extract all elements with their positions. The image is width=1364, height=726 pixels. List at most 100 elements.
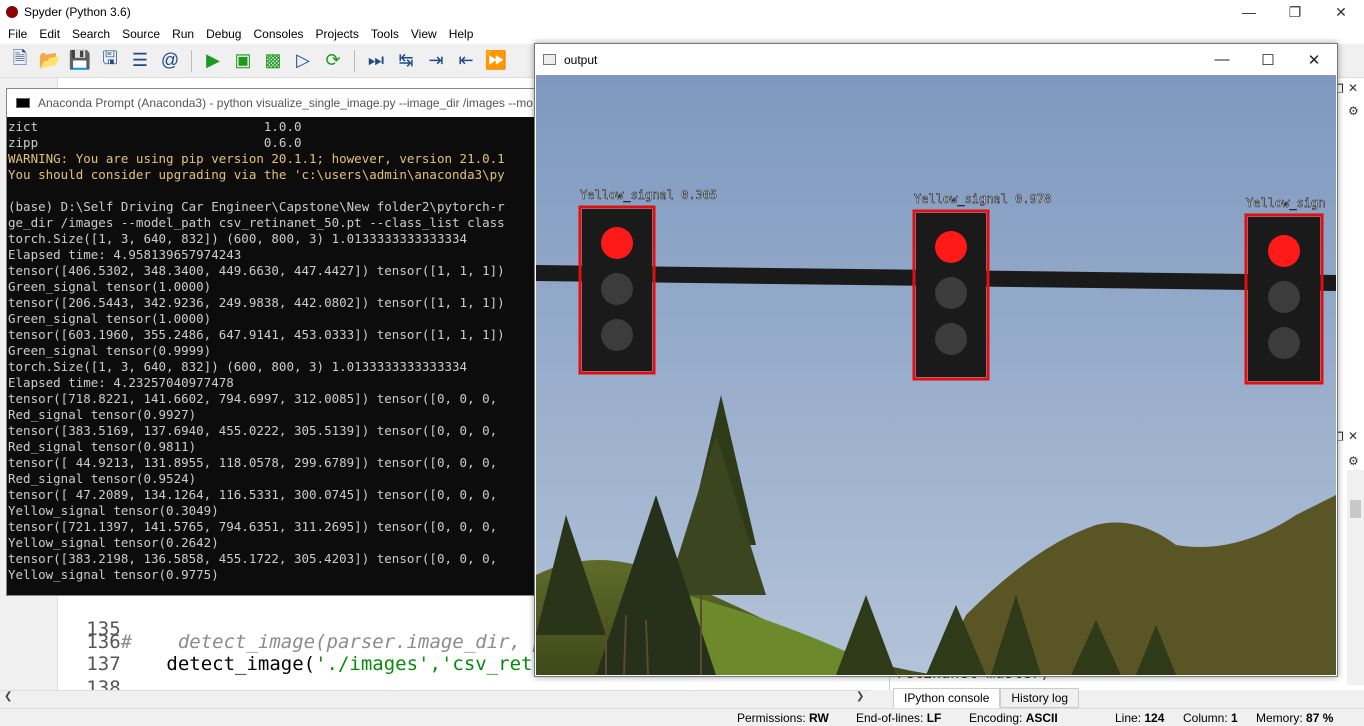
menu-consoles[interactable]: Consoles bbox=[247, 27, 309, 41]
new-file-icon[interactable]: 🗎 bbox=[8, 48, 32, 73]
console-options-icon[interactable]: ⚙ bbox=[1348, 454, 1359, 468]
save-icon[interactable]: 💾 bbox=[68, 49, 92, 73]
permissions-status: Permissions: RW bbox=[737, 711, 829, 725]
code-text: detect_image( bbox=[120, 653, 316, 675]
scroll-left-icon[interactable]: ❮ bbox=[4, 691, 12, 702]
prompt-title: Anaconda Prompt (Anaconda3) - python vis… bbox=[38, 96, 533, 110]
red-lamp bbox=[601, 227, 633, 259]
window-title: Spyder (Python 3.6) bbox=[24, 5, 131, 19]
terminal-line: Yellow_signal tensor(0.2642) bbox=[8, 535, 219, 550]
spyder-logo-icon bbox=[6, 6, 18, 18]
output-title: output bbox=[564, 52, 598, 67]
unlit-lamp bbox=[935, 323, 967, 355]
close-button[interactable]: ✕ bbox=[1318, 0, 1364, 24]
terminal-line: (base) D:\Self Driving Car Engineer\Caps… bbox=[8, 199, 505, 214]
column-status: Column: 1 bbox=[1183, 711, 1238, 725]
terminal-line: Red_signal tensor(0.9811) bbox=[8, 439, 197, 454]
detection-image: Yellow_signal 0.305 Yellow_signal 0.978 Ye… bbox=[536, 75, 1336, 675]
terminal-line: ge_dir /images --model_path csv_retinane… bbox=[8, 215, 505, 230]
terminal-line: Elapsed time: 4.958139657974243 bbox=[8, 247, 242, 262]
unlit-lamp bbox=[601, 319, 633, 351]
terminal-line: tensor([603.1960, 355.2486, 647.9141, 45… bbox=[8, 327, 505, 342]
detection-label: Yellow_signal 0.978 bbox=[914, 192, 1051, 206]
window-icon bbox=[543, 54, 556, 65]
output-close-button[interactable]: ✕ bbox=[1291, 44, 1337, 75]
memory-status: Memory: 87 % bbox=[1256, 711, 1334, 725]
red-lamp bbox=[1268, 235, 1300, 267]
line-status: Line: 124 bbox=[1115, 711, 1165, 725]
terminal-line: tensor([383.2198, 136.5858, 455.1722, 30… bbox=[8, 551, 498, 566]
run-cell-advance-icon[interactable]: ▩ bbox=[261, 49, 285, 73]
run-cell-icon[interactable]: ▣ bbox=[231, 49, 255, 73]
tab-ipython-console[interactable]: IPython console bbox=[893, 688, 1001, 708]
output-window[interactable]: output — ☐ ✕ Yellow_signal 0.305 Yellow_… bbox=[534, 43, 1338, 677]
step-into-icon[interactable]: ⇥ bbox=[424, 49, 448, 73]
detection-label: Yellow_sign bbox=[1246, 196, 1325, 210]
eol-status: End-of-lines: LF bbox=[856, 711, 942, 725]
terminal-output[interactable]: zict 1.0.0 zipp 0.6.0 WARNING: You are usi… bbox=[7, 119, 537, 597]
editor-horizontal-scrollbar[interactable]: ❮ ❯ bbox=[0, 690, 870, 704]
encoding-status: Encoding: ASCII bbox=[969, 711, 1058, 725]
terminal-line: tensor([718.8221, 141.6602, 794.6997, 31… bbox=[8, 391, 498, 406]
minimize-button[interactable]: — bbox=[1226, 0, 1272, 24]
tab-history-log[interactable]: History log bbox=[1000, 688, 1080, 708]
menu-debug[interactable]: Debug bbox=[200, 27, 247, 41]
menu-tools[interactable]: Tools bbox=[365, 27, 405, 41]
terminal-line: torch.Size([1, 3, 640, 832]) (600, 800, … bbox=[8, 359, 468, 374]
output-maximize-button[interactable]: ☐ bbox=[1245, 44, 1291, 75]
restore-button[interactable]: ❐ bbox=[1272, 0, 1318, 24]
terminal-line: Yellow_signal tensor(0.9775) bbox=[8, 567, 219, 582]
terminal-line: Green_signal tensor(0.9999) bbox=[8, 343, 212, 358]
unlit-lamp bbox=[935, 277, 967, 309]
menu-source[interactable]: Source bbox=[116, 27, 166, 41]
at-icon[interactable]: @ bbox=[158, 49, 182, 73]
menu-search[interactable]: Search bbox=[66, 27, 116, 41]
pane-close-icon[interactable]: ✕ bbox=[1348, 81, 1358, 95]
menu-projects[interactable]: Projects bbox=[310, 27, 365, 41]
toolbar-separator bbox=[354, 49, 355, 72]
output-window-controls: — ☐ ✕ bbox=[1199, 44, 1337, 75]
terminal-line: Elapsed time: 4.23257040977478 bbox=[8, 375, 234, 390]
step-return-icon[interactable]: ⇤ bbox=[454, 49, 478, 73]
continue-icon[interactable]: ⏩ bbox=[484, 49, 508, 73]
save-all-icon[interactable]: 🖫 bbox=[98, 48, 122, 73]
terminal-line: Red_signal tensor(0.9927) bbox=[8, 407, 197, 422]
terminal-line: Green_signal tensor(1.0000) bbox=[8, 279, 212, 294]
list-icon[interactable]: ☰ bbox=[128, 49, 152, 73]
console-vertical-scrollbar[interactable] bbox=[1347, 470, 1364, 685]
menu-file[interactable]: File bbox=[2, 27, 33, 41]
unlit-lamp bbox=[601, 273, 633, 305]
menu-edit[interactable]: Edit bbox=[33, 27, 66, 41]
red-lamp bbox=[935, 231, 967, 263]
console-tabs: IPython console History log bbox=[893, 688, 1080, 708]
menu-view[interactable]: View bbox=[405, 27, 443, 41]
terminal-line: tensor([206.5443, 342.9236, 249.9838, 44… bbox=[8, 295, 505, 310]
anaconda-prompt-window[interactable]: Anaconda Prompt (Anaconda3) - python vis… bbox=[6, 88, 536, 596]
scrollbar-thumb[interactable] bbox=[1350, 500, 1361, 518]
menu-help[interactable]: Help bbox=[443, 27, 480, 41]
prompt-titlebar[interactable]: Anaconda Prompt (Anaconda3) - python vis… bbox=[7, 89, 535, 117]
rerun-icon[interactable]: ⟳ bbox=[321, 49, 345, 73]
terminal-line: tensor([ 44.9213, 131.8955, 118.0578, 29… bbox=[8, 455, 498, 470]
debug-icon[interactable]: ⏭ bbox=[364, 49, 388, 73]
run-selection-icon[interactable]: ▷ bbox=[291, 49, 315, 73]
terminal-line: Green_signal tensor(1.0000) bbox=[8, 311, 212, 326]
step-icon[interactable]: ↹ bbox=[394, 49, 418, 73]
terminal-icon bbox=[16, 98, 30, 108]
pane-options-icon[interactable]: ⚙ bbox=[1348, 104, 1359, 118]
output-minimize-button[interactable]: — bbox=[1199, 44, 1245, 75]
terminal-line: Yellow_signal tensor(0.3049) bbox=[8, 503, 219, 518]
detection-label: Yellow_signal 0.305 bbox=[580, 188, 717, 202]
unlit-lamp bbox=[1268, 281, 1300, 313]
terminal-line: tensor([383.5169, 137.6940, 455.0222, 30… bbox=[8, 423, 498, 438]
console-close-icon[interactable]: ✕ bbox=[1348, 429, 1358, 443]
open-file-icon[interactable]: 📂 bbox=[38, 49, 62, 73]
desktop: Spyder (Python 3.6) — ❐ ✕ File Edit Sear… bbox=[0, 0, 1364, 726]
menu-run[interactable]: Run bbox=[166, 27, 200, 41]
terminal-line: tensor([ 47.2089, 134.1264, 116.5331, 30… bbox=[8, 487, 498, 502]
scroll-right-icon[interactable]: ❯ bbox=[856, 691, 864, 702]
terminal-line: tensor([406.5302, 348.3400, 449.6630, 44… bbox=[8, 263, 505, 278]
run-icon[interactable]: ▶ bbox=[201, 49, 225, 73]
terminal-line: WARNING: You are using pip version 20.1.… bbox=[8, 151, 505, 166]
